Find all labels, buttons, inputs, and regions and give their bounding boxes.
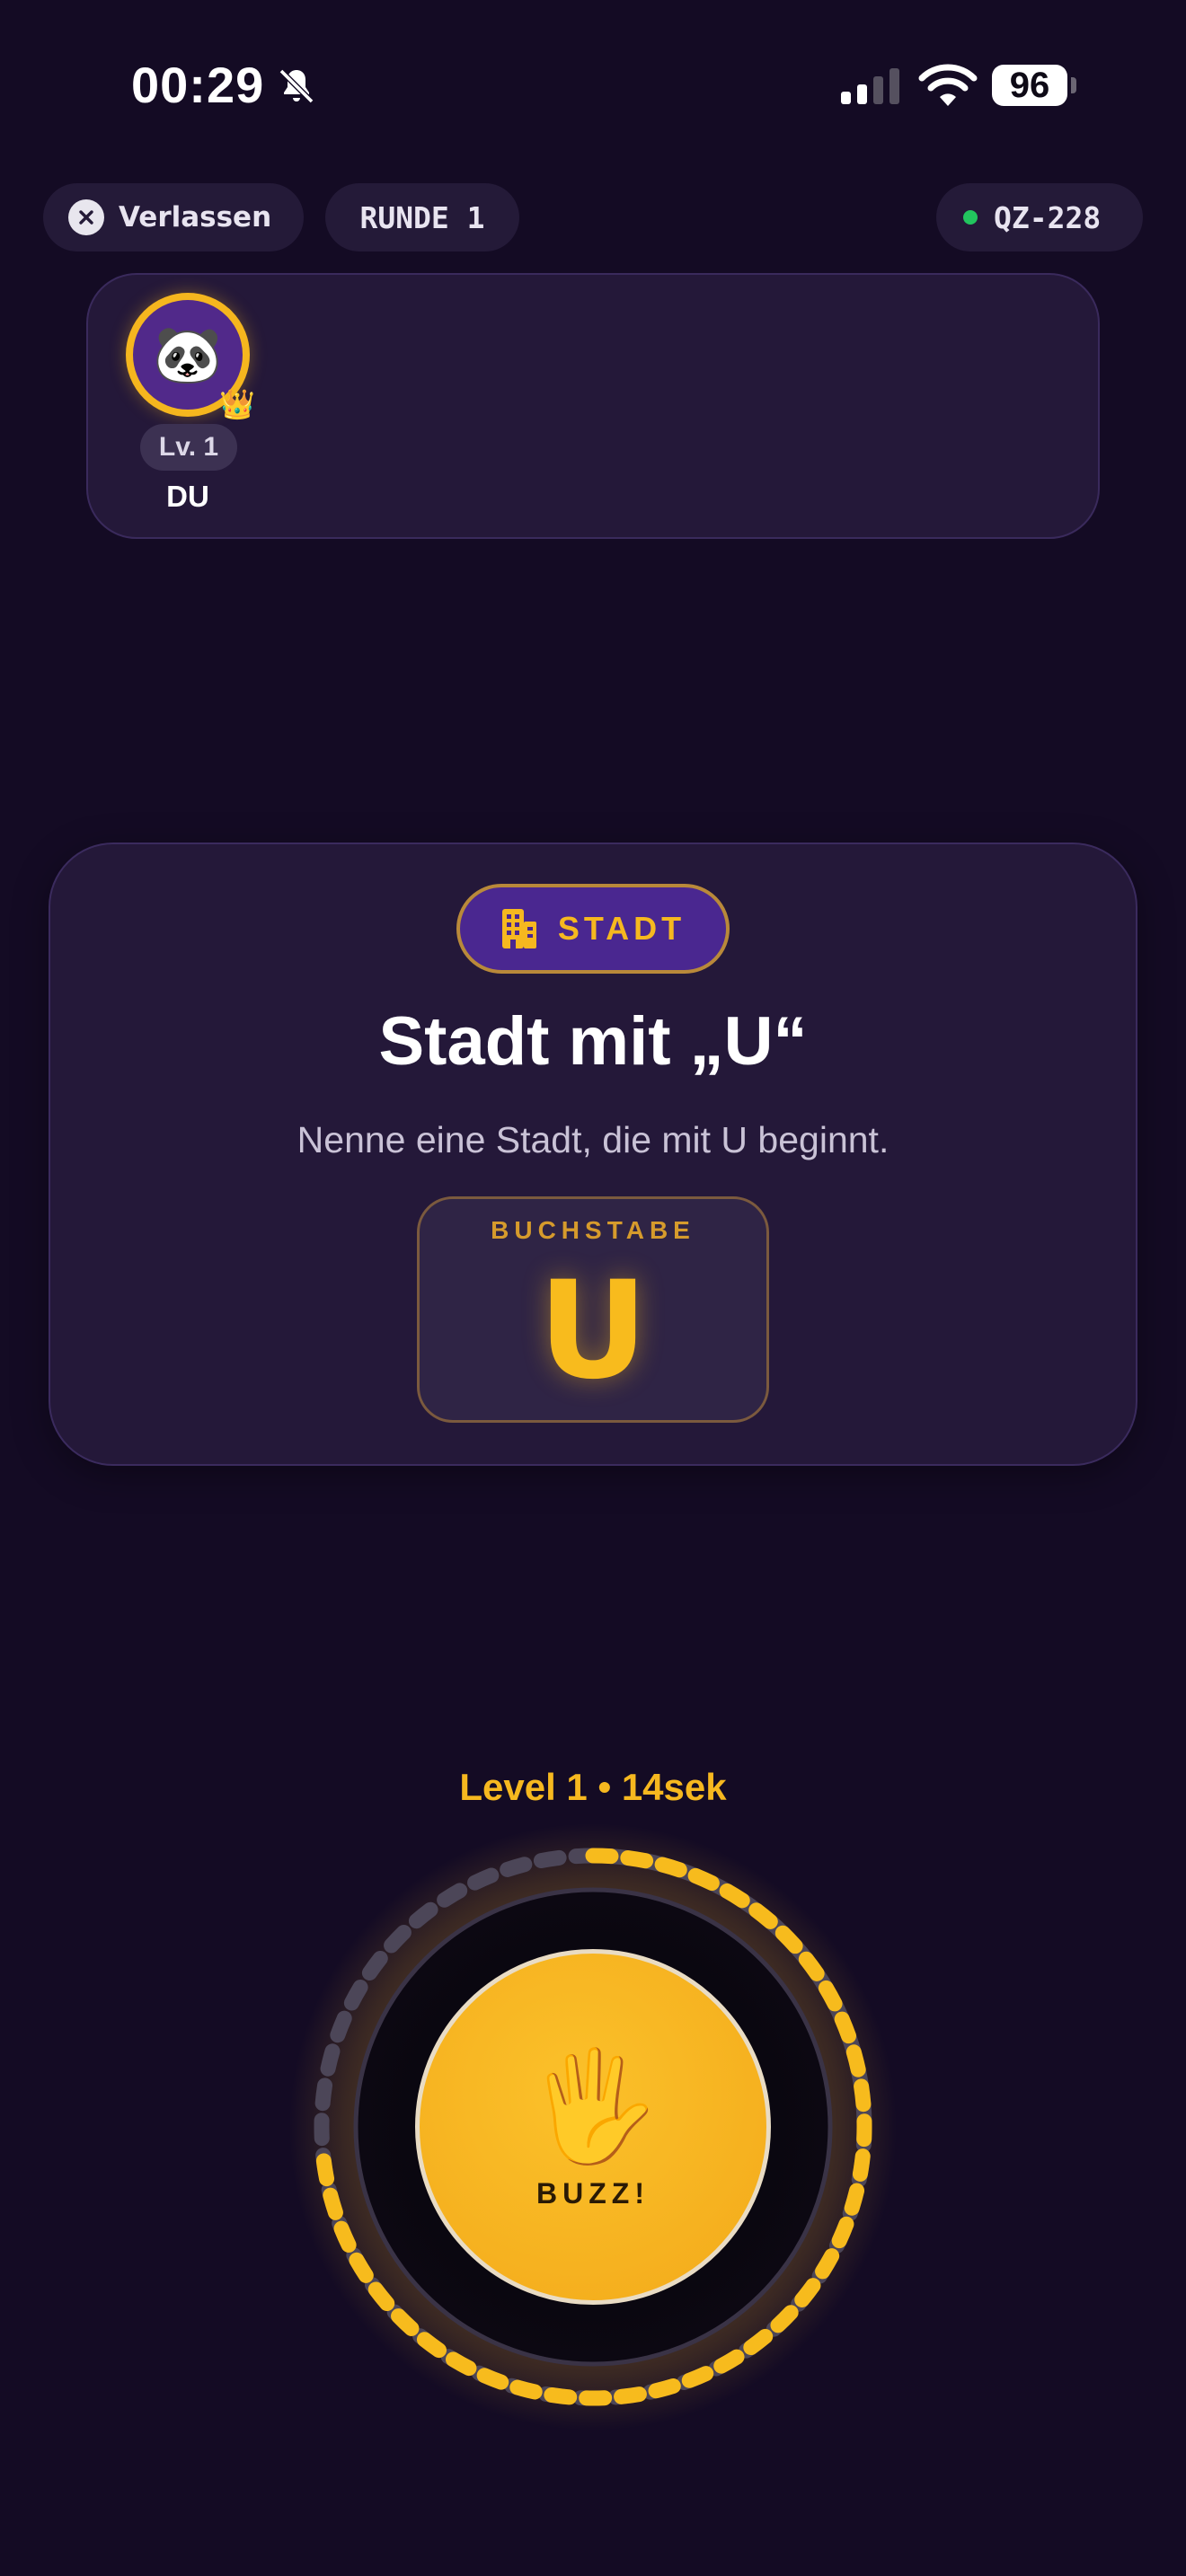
category-badge: STADT bbox=[456, 884, 730, 974]
leave-button[interactable]: Verlassen bbox=[43, 183, 304, 251]
raised-hand-icon: 🖐️ bbox=[526, 2043, 660, 2169]
room-code-badge[interactable]: QZ-228 bbox=[936, 183, 1143, 251]
buzz-button[interactable]: 🖐️ BUZZ! bbox=[415, 1949, 771, 2305]
online-status-dot bbox=[963, 210, 978, 225]
room-code: QZ-228 bbox=[994, 199, 1102, 235]
bell-slash-icon bbox=[279, 68, 314, 104]
round-badge: RUNDE 1 bbox=[325, 183, 519, 251]
category-label: STADT bbox=[557, 910, 686, 947]
player-level-badge: Lv. 1 bbox=[140, 424, 237, 471]
round-label: RUNDE 1 bbox=[359, 199, 485, 235]
battery-icon: 96 bbox=[992, 65, 1067, 106]
building-icon bbox=[501, 909, 536, 948]
cellular-signal-icon bbox=[841, 68, 899, 104]
leave-label: Verlassen bbox=[119, 201, 272, 234]
buzz-label: BUZZ! bbox=[536, 2176, 650, 2210]
player-name: DU bbox=[166, 480, 209, 513]
close-icon bbox=[68, 199, 104, 235]
letter-caption: BUCHSTABE bbox=[491, 1216, 695, 1244]
question-hint: Nenne eine Stadt, die mit U beginnt. bbox=[296, 1119, 890, 1160]
wifi-icon bbox=[918, 64, 978, 106]
crown-icon: 👑 bbox=[219, 387, 255, 421]
status-time: 00:29 bbox=[131, 57, 265, 113]
target-letter: U bbox=[538, 1253, 648, 1409]
battery-nub bbox=[1071, 77, 1076, 93]
timer-label: Level 1 • 14sek bbox=[459, 1766, 727, 1808]
question-title: Stadt mit „U“ bbox=[378, 1003, 808, 1080]
panda-avatar-icon: 🐼 bbox=[153, 322, 223, 387]
